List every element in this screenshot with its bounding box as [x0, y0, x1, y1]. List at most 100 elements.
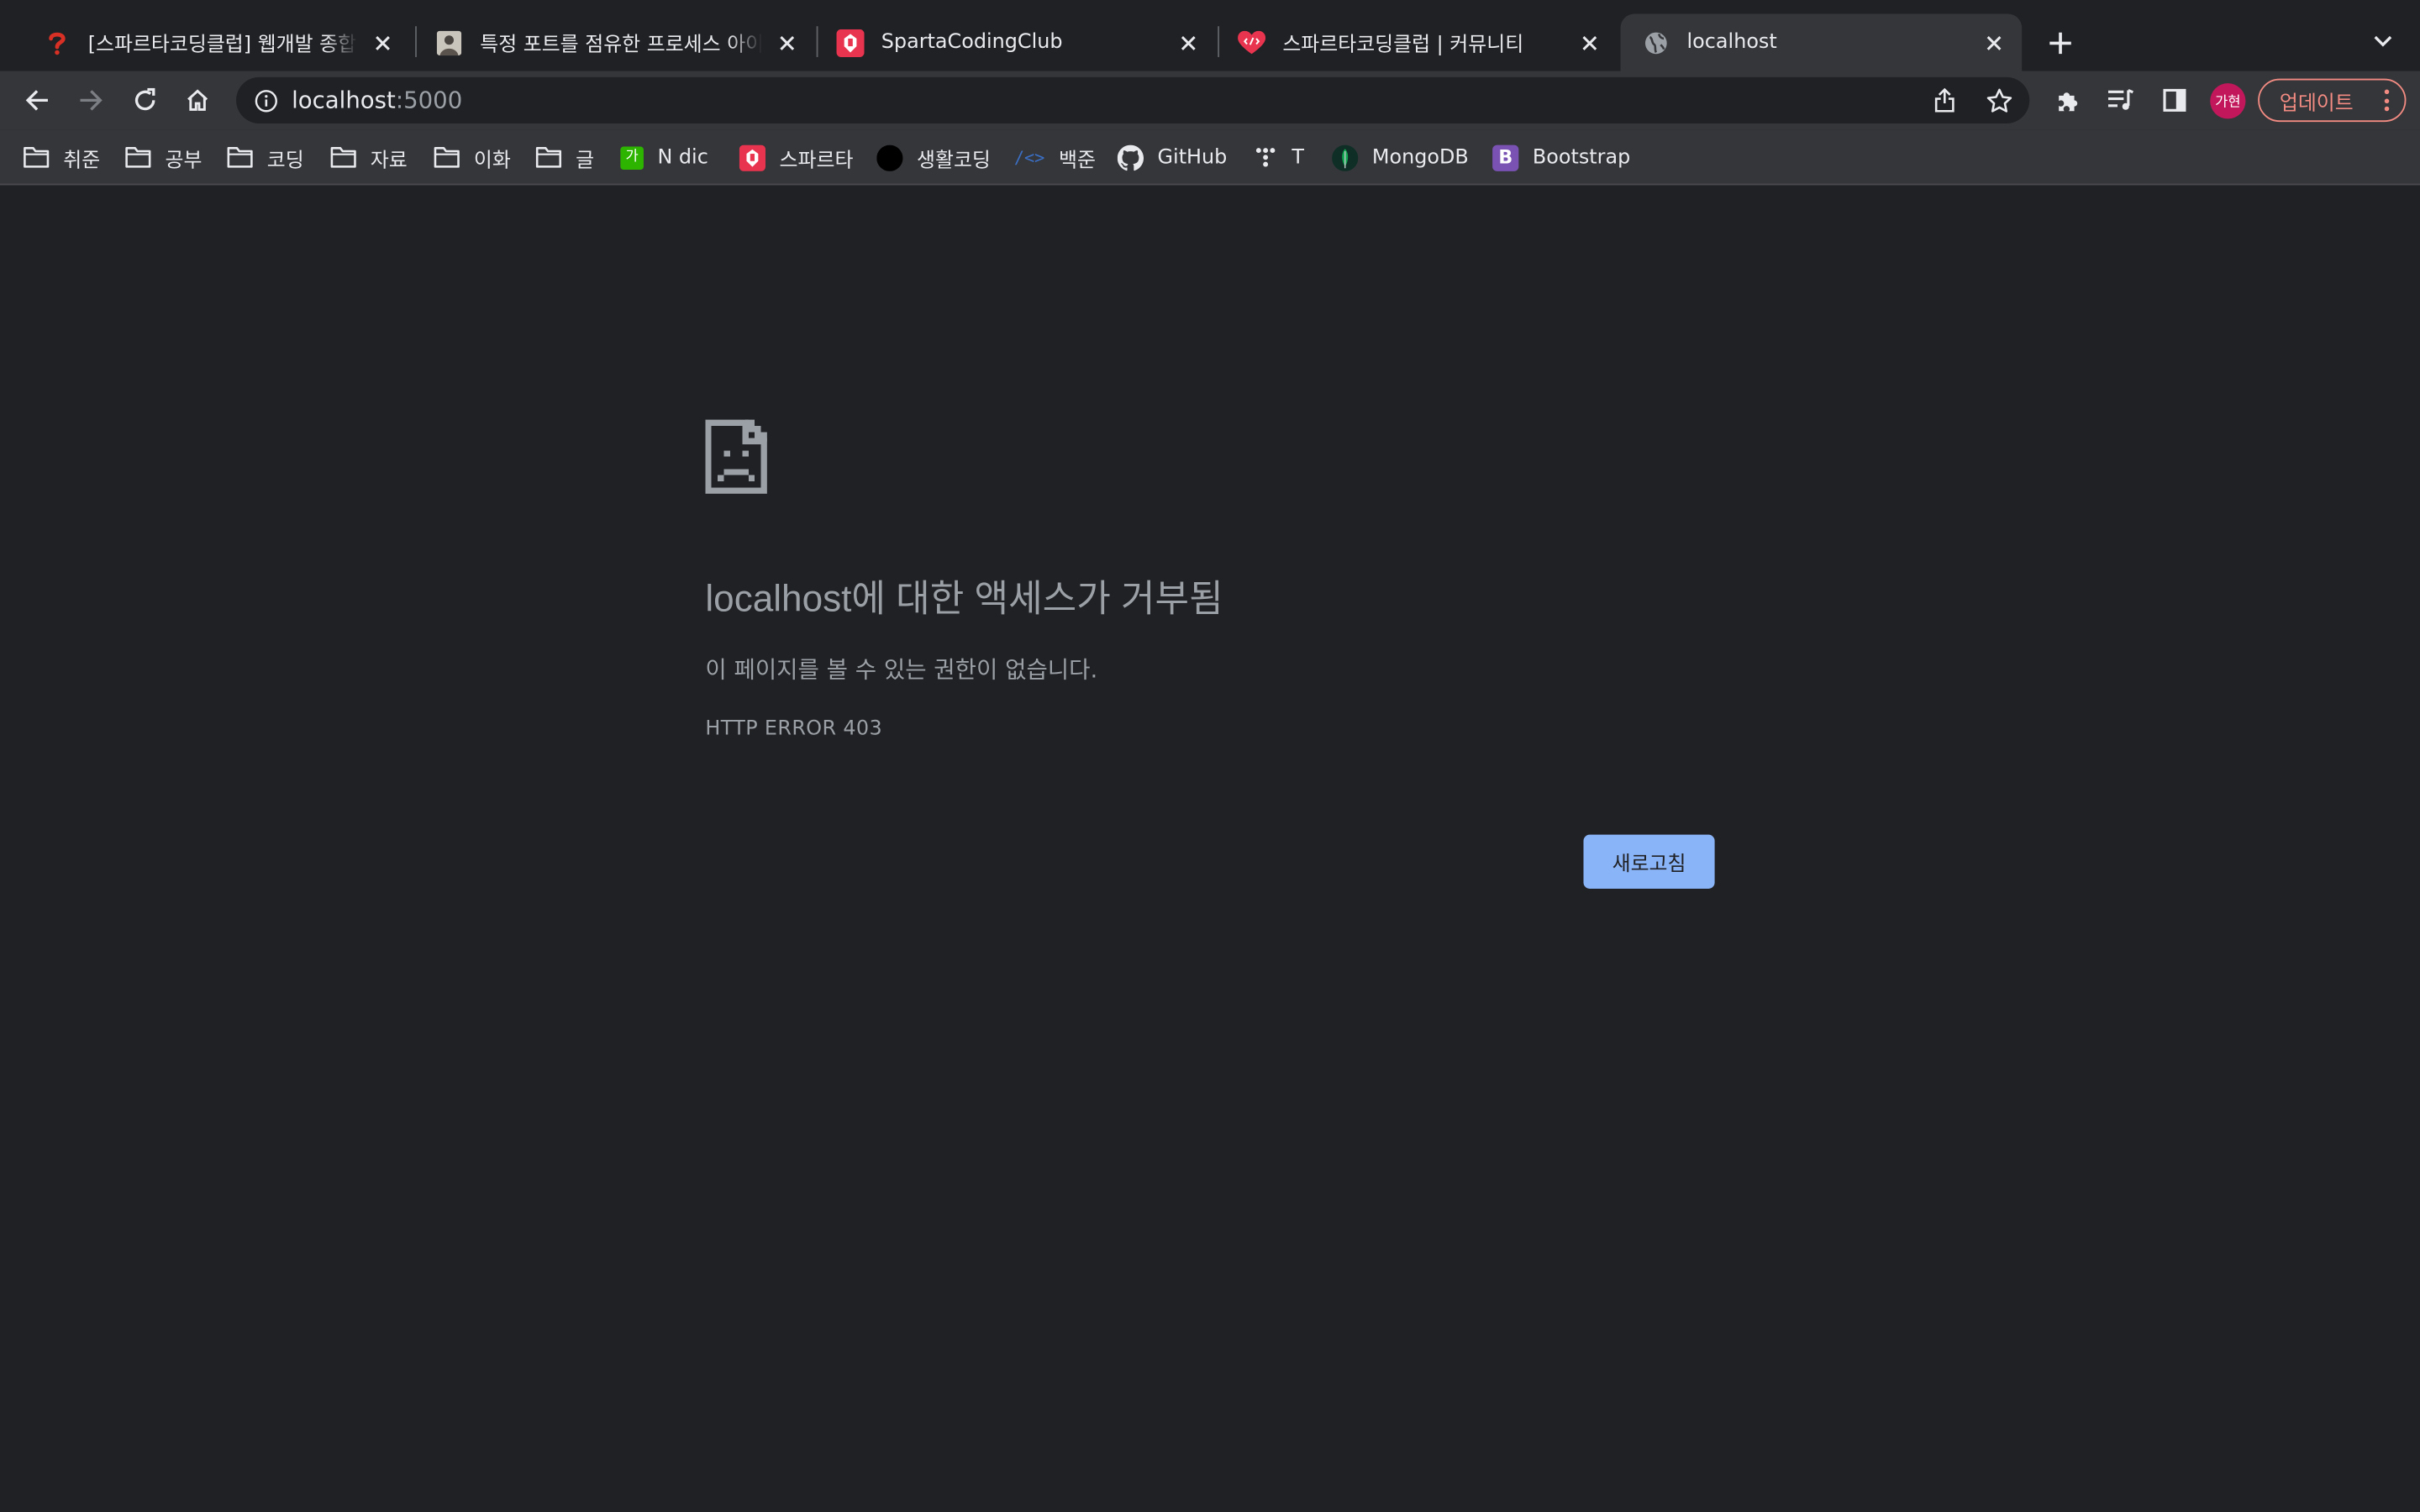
bookmark-bootstrap[interactable]: B Bootstrap: [1492, 142, 1630, 173]
close-icon[interactable]: [1173, 27, 1204, 58]
error-heading: localhost에 대한 액세스가 거부됨: [705, 578, 1223, 621]
bookmark-tistory[interactable]: T: [1252, 142, 1304, 173]
folder-icon: [330, 144, 356, 171]
close-icon[interactable]: [1979, 27, 2010, 58]
arrow-right-icon: [80, 90, 103, 111]
tab-title: [스파르타코딩클럽] 웹개발 종합반 -: [87, 34, 358, 57]
folder-icon: [125, 144, 151, 171]
bookmark-folder-코딩[interactable]: 코딩: [227, 142, 304, 173]
media-queue-icon: [2107, 89, 2133, 110]
black-circle-icon: [876, 144, 903, 171]
bookmark-label: T: [1292, 145, 1304, 170]
bookmark-star-icon[interactable]: [1983, 85, 2014, 116]
reading-list-button[interactable]: [2099, 79, 2142, 122]
bookmark-folder-공부[interactable]: 공부: [125, 142, 203, 173]
bookmark-n-dic[interactable]: 가 N dic: [620, 142, 708, 173]
bookmark-label: 글: [576, 149, 595, 172]
tab-title: 특정 포트를 점유한 프로세스 아이디: [480, 34, 763, 57]
bookmark-folder-자료[interactable]: 자료: [330, 142, 408, 173]
error-description: 이 페이지를 볼 수 있는 권한이 없습니다.: [705, 655, 1098, 684]
tab-localhost[interactable]: localhost: [1620, 13, 2023, 71]
bookmark-sparta[interactable]: 스파르타: [739, 142, 853, 173]
code-brackets-glyph: /<>: [1013, 147, 1045, 168]
close-icon[interactable]: [367, 27, 398, 58]
update-label: 업데이트: [2279, 92, 2354, 115]
bookmark-label: MongoDB: [1371, 145, 1469, 170]
more-vertical-icon: [2381, 89, 2391, 112]
avatar-text: 가현: [2215, 95, 2241, 112]
reload-page-button[interactable]: 새로고침: [1583, 834, 1715, 889]
bookmark-label: 백준: [1059, 149, 1096, 172]
tistory-dots-icon: [1252, 144, 1278, 171]
bookmark-saenghwal-coding[interactable]: 생활코딩: [876, 142, 991, 173]
error-code: HTTP ERROR 403: [705, 717, 883, 741]
close-icon[interactable]: [771, 27, 802, 58]
tab-sparta-webdev[interactable]: [스파르타코딩클럽] 웹개발 종합반 -: [22, 14, 411, 71]
tab-sparta-community[interactable]: 스파르타코딩클럽 | 커뮤니티: [1216, 14, 1618, 71]
folder-icon: [227, 144, 253, 171]
bookmark-label: GitHub: [1157, 145, 1228, 170]
share-icon[interactable]: [1929, 85, 1960, 116]
bookmark-label: 공부: [165, 149, 203, 172]
url-text[interactable]: localhost:5000: [292, 87, 462, 114]
close-icon[interactable]: [1574, 27, 1605, 58]
puzzle-icon: [2058, 92, 2077, 111]
plus-icon: [2049, 32, 2071, 55]
info-icon[interactable]: [253, 88, 277, 113]
bookmark-label: 이화: [473, 149, 511, 172]
side-panel-icon: [2163, 88, 2186, 112]
bookmarks-bar: 취준 공부 코딩 자료 이화 글 가 N dic 스파르타 생활코딩 /<> 백…: [0, 129, 2420, 186]
reload-icon: [134, 87, 155, 111]
sparta-logo-icon: [739, 144, 766, 171]
naver-dictionary-glyph: 가: [625, 149, 639, 165]
browser-window: [스파르타코딩클럽] 웹개발 종합반 - 특정 포트를 점유한 프로세스 아이디…: [0, 0, 2420, 1512]
bookmark-github[interactable]: GitHub: [1117, 142, 1228, 173]
heart-code-icon: [1238, 29, 1266, 56]
sparta-logo-icon: [836, 28, 865, 57]
url-host: localhost: [292, 86, 396, 114]
bookmark-folder-취준[interactable]: 취준: [24, 142, 100, 173]
error-page: localhost에 대한 액세스가 거부됨 이 페이지를 볼 수 있는 권한이…: [0, 186, 2420, 1512]
forward-button[interactable]: [70, 79, 113, 122]
update-button[interactable]: 업데이트: [2258, 78, 2407, 123]
tab-title: SpartaCodingClub: [881, 30, 1063, 55]
tab-port-process[interactable]: 특정 포트를 점유한 프로세스 아이디: [413, 14, 815, 71]
bookmark-label: 자료: [370, 149, 408, 172]
bootstrap-glyph: B: [1498, 146, 1513, 169]
bookmark-folder-글[interactable]: 글: [535, 142, 594, 173]
bookmark-mongodb[interactable]: MongoDB: [1332, 142, 1469, 173]
sad-document-icon: [705, 419, 767, 494]
profile-avatar[interactable]: 가현: [2210, 83, 2246, 119]
tab-title: localhost: [1686, 30, 1777, 55]
reload-button[interactable]: [124, 79, 166, 122]
profile-photo-icon: [435, 29, 463, 56]
bookmark-baekjoon[interactable]: /<> 백준: [1014, 142, 1096, 173]
bookmark-label: 생활코딩: [917, 149, 991, 172]
folder-icon: [24, 144, 50, 171]
back-button[interactable]: [15, 79, 58, 122]
url-port: :5000: [395, 86, 463, 114]
globe-icon: [1642, 29, 1670, 56]
address-bar[interactable]: localhost:5000: [236, 76, 2030, 123]
chevron-down-icon: [2374, 35, 2392, 47]
tab-strip: [스파르타코딩클럽] 웹개발 종합반 - 특정 포트를 점유한 프로세스 아이디…: [0, 0, 2420, 71]
bookmark-label: Bootstrap: [1532, 145, 1631, 170]
bookmark-label: 코딩: [266, 149, 304, 172]
folder-icon: [434, 144, 460, 171]
folder-icon: [535, 144, 562, 171]
new-tab-button[interactable]: [2040, 24, 2081, 64]
toolbar: localhost:5000 가현 업데이트: [0, 71, 2420, 130]
home-button[interactable]: [176, 79, 218, 122]
tab-sparta-coding-club[interactable]: SpartaCodingClub: [815, 14, 1217, 71]
side-panel-button[interactable]: [2153, 79, 2196, 122]
home-icon: [187, 89, 208, 111]
bookmark-label: N dic: [657, 145, 708, 170]
tab-title: 스파르타코딩클럽 | 커뮤니티: [1282, 34, 1524, 57]
arrow-left-icon: [25, 90, 48, 111]
extensions-button[interactable]: [2045, 79, 2088, 122]
question-mark-icon: [43, 29, 71, 56]
mongodb-leaf-icon: [1332, 144, 1359, 171]
tab-search-button[interactable]: [2365, 24, 2402, 60]
bookmark-folder-이화[interactable]: 이화: [434, 142, 511, 173]
github-icon: [1117, 144, 1144, 171]
